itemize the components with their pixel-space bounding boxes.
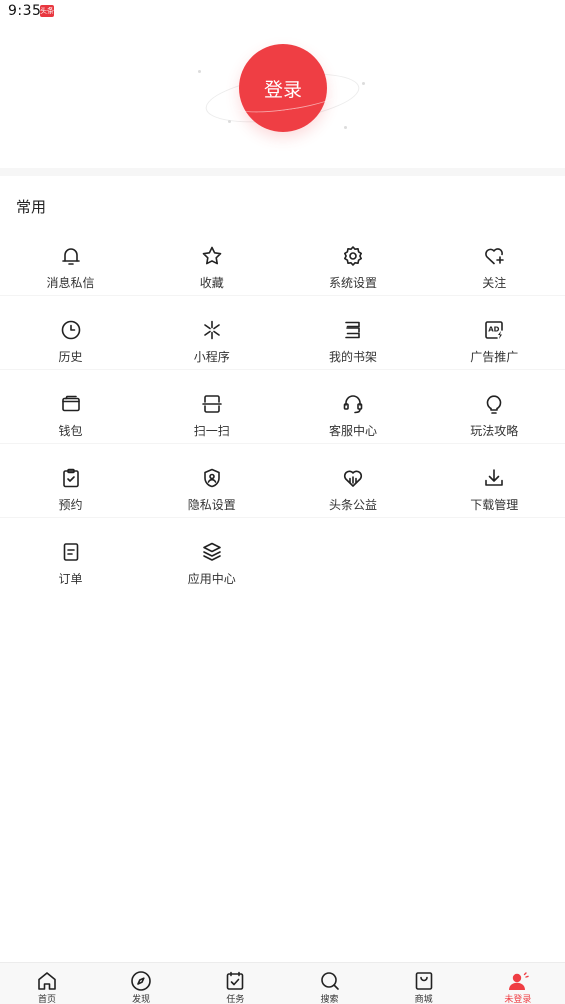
grid-item-shield-user[interactable]: 隐私设置 bbox=[141, 444, 282, 518]
nav-item-label: 任务 bbox=[226, 995, 245, 1004]
grid-row: 钱包 扫一扫 客服中心 玩法攻略 bbox=[0, 370, 565, 444]
clock-icon bbox=[59, 318, 83, 342]
headset-icon bbox=[341, 392, 365, 416]
clipboard-check-icon bbox=[59, 466, 83, 490]
grid-item-label: 玩法攻略 bbox=[470, 424, 519, 438]
grid-item-charity-heart[interactable]: 头条公益 bbox=[283, 444, 424, 518]
bottom-nav: 首页 发现 任务 搜索 商城 未登录 bbox=[0, 962, 565, 1004]
compass-icon bbox=[129, 969, 153, 993]
grid-item-star[interactable]: 收藏 bbox=[141, 222, 282, 296]
orbit-dot bbox=[362, 82, 365, 85]
grid-item-clipboard-check[interactable]: 预约 bbox=[0, 444, 141, 518]
nav-item-shopping-bag[interactable]: 商城 bbox=[377, 963, 471, 1004]
profile-page: 9:35 头条 登录 常用 消息私信 收藏 系统设置 关注历史 小程序 我的书架 AD 广告推… bbox=[0, 0, 565, 1004]
grid-item-label: 历史 bbox=[58, 350, 83, 364]
home-icon bbox=[35, 969, 59, 993]
status-bar: 9:35 头条 bbox=[0, 0, 565, 24]
grid-item-layers[interactable]: 应用中心 bbox=[141, 518, 282, 592]
grid-item-ad[interactable]: AD 广告推广 bbox=[424, 296, 565, 370]
grid-item-label: 收藏 bbox=[199, 276, 224, 290]
grid-item-label: 消息私信 bbox=[46, 276, 95, 290]
grid-item-wallet[interactable]: 钱包 bbox=[0, 370, 141, 444]
user-icon bbox=[506, 969, 530, 993]
grid-item-clock[interactable]: 历史 bbox=[0, 296, 141, 370]
bookshelf-icon bbox=[341, 318, 365, 342]
charity-heart-icon bbox=[341, 466, 365, 490]
grid-item-label: 预约 bbox=[58, 498, 83, 512]
gear-icon bbox=[341, 244, 365, 268]
grid-item-label: 应用中心 bbox=[187, 572, 236, 586]
nav-item-compass[interactable]: 发现 bbox=[94, 963, 188, 1004]
mini-program-icon bbox=[200, 318, 224, 342]
star-icon bbox=[200, 244, 224, 268]
grid-item-label: 小程序 bbox=[193, 350, 230, 364]
nav-item-user[interactable]: 未登录 bbox=[471, 963, 565, 1004]
nav-item-label: 商城 bbox=[414, 995, 433, 1004]
grid-item-headset[interactable]: 客服中心 bbox=[283, 370, 424, 444]
grid-item-label: 关注 bbox=[482, 276, 507, 290]
layers-icon bbox=[200, 540, 224, 564]
task-icon bbox=[223, 969, 247, 993]
login-header: 登录 bbox=[0, 24, 565, 170]
grid-item-bookshelf[interactable]: 我的书架 bbox=[283, 296, 424, 370]
search-icon bbox=[318, 969, 342, 993]
grid-item-label: 订单 bbox=[58, 572, 83, 586]
orbit-dot bbox=[198, 70, 201, 73]
nav-item-task[interactable]: 任务 bbox=[188, 963, 282, 1004]
grid-item-gear[interactable]: 系统设置 bbox=[283, 222, 424, 296]
section-title: 常用 bbox=[16, 198, 47, 216]
nav-item-label: 首页 bbox=[37, 995, 56, 1004]
grid-item-heart-plus[interactable]: 关注 bbox=[424, 222, 565, 296]
ad-icon: AD bbox=[482, 318, 506, 342]
grid-item-label: 钱包 bbox=[58, 424, 83, 438]
grid-item-label: 我的书架 bbox=[328, 350, 377, 364]
status-time: 9:35 bbox=[8, 3, 42, 19]
grid-item-order[interactable]: 订单 bbox=[0, 518, 141, 592]
grid-item-scan[interactable]: 扫一扫 bbox=[141, 370, 282, 444]
shopping-bag-icon bbox=[412, 969, 436, 993]
grid-item-lightbulb[interactable]: 玩法攻略 bbox=[424, 370, 565, 444]
nav-item-label: 未登录 bbox=[504, 995, 532, 1004]
grid-item-mini-program[interactable]: 小程序 bbox=[141, 296, 282, 370]
heart-plus-icon bbox=[482, 244, 506, 268]
grid-item-label: 广告推广 bbox=[470, 350, 519, 364]
grid-row: 预约 隐私设置 头条公益 下载管理 bbox=[0, 444, 565, 518]
common-functions-grid: 消息私信 收藏 系统设置 关注历史 小程序 我的书架 AD 广告推广钱包 扫一扫 客服中心 玩法攻略… bbox=[0, 222, 565, 592]
order-icon bbox=[59, 540, 83, 564]
grid-item-label: 扫一扫 bbox=[193, 424, 230, 438]
orbit-dot bbox=[228, 120, 231, 123]
app-notification-icon: 头条 bbox=[40, 5, 54, 17]
shield-user-icon bbox=[200, 466, 224, 490]
grid-row: 消息私信 收藏 系统设置 关注 bbox=[0, 222, 565, 296]
svg-text:AD: AD bbox=[488, 326, 499, 334]
download-icon bbox=[482, 466, 506, 490]
nav-item-search[interactable]: 搜索 bbox=[283, 963, 377, 1004]
nav-item-label: 发现 bbox=[132, 995, 151, 1004]
grid-item-label: 头条公益 bbox=[328, 498, 377, 512]
grid-item-download[interactable]: 下载管理 bbox=[424, 444, 565, 518]
wallet-icon bbox=[59, 392, 83, 416]
nav-item-label: 搜索 bbox=[320, 995, 339, 1004]
grid-item-label: 客服中心 bbox=[328, 424, 377, 438]
nav-item-home[interactable]: 首页 bbox=[0, 963, 94, 1004]
grid-row: 历史 小程序 我的书架 AD 广告推广 bbox=[0, 296, 565, 370]
grid-item-bell[interactable]: 消息私信 bbox=[0, 222, 141, 296]
section-divider bbox=[0, 168, 565, 176]
grid-item-label: 隐私设置 bbox=[187, 498, 236, 512]
grid-row: 订单 应用中心 bbox=[0, 518, 565, 592]
bell-icon bbox=[59, 244, 83, 268]
scan-icon bbox=[200, 392, 224, 416]
grid-item-label: 下载管理 bbox=[470, 498, 519, 512]
grid-item-label: 系统设置 bbox=[328, 276, 377, 290]
orbit-dot bbox=[344, 126, 347, 129]
lightbulb-icon bbox=[482, 392, 506, 416]
